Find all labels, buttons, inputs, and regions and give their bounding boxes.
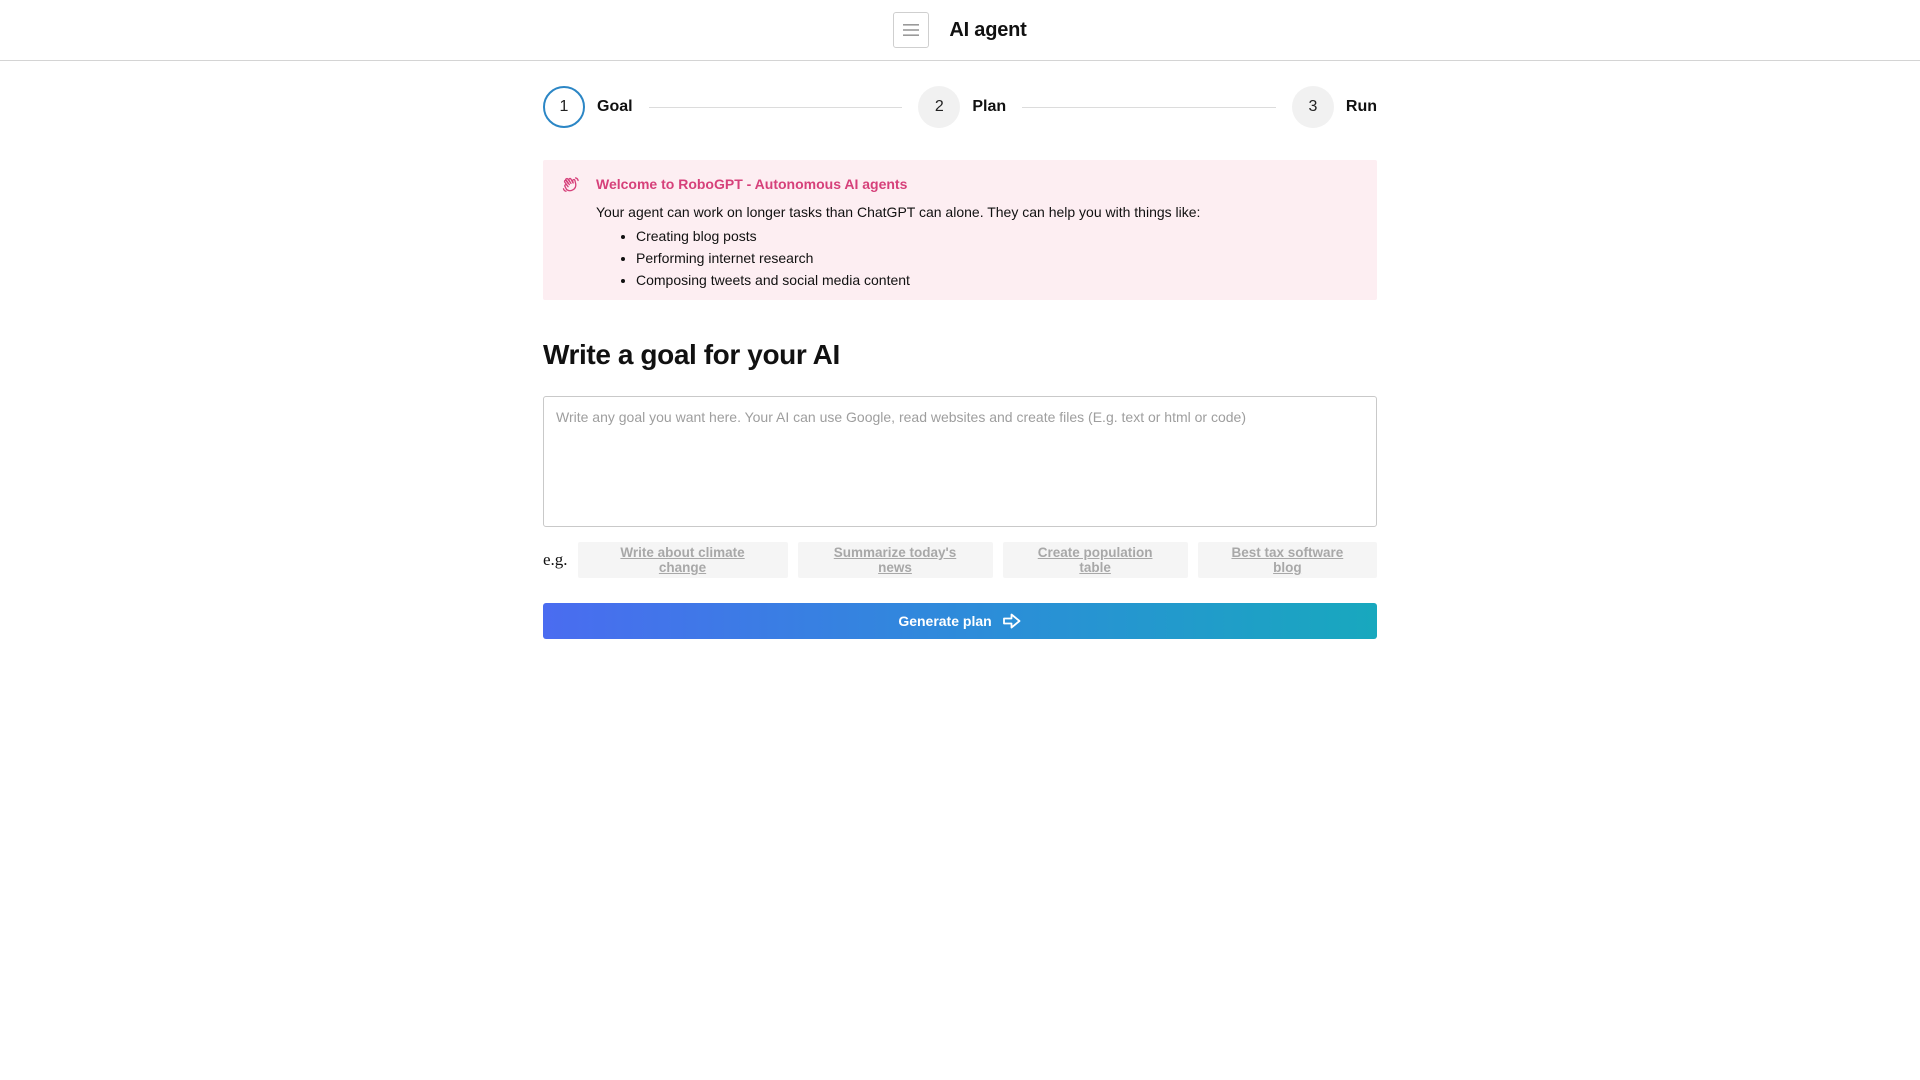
stepper: 1 Goal 2 Plan 3 Run	[543, 86, 1377, 128]
welcome-notice: Welcome to RoboGPT - Autonomous AI agent…	[543, 160, 1377, 300]
generate-plan-label: Generate plan	[898, 613, 992, 629]
notice-body: Your agent can work on longer tasks than…	[596, 204, 1200, 291]
step-number: 3	[1291, 86, 1334, 128]
notice-intro: Your agent can work on longer tasks than…	[596, 204, 1201, 220]
hamburger-menu-icon	[903, 24, 920, 36]
generate-plan-button[interactable]: Generate plan	[543, 603, 1377, 639]
example-chip-todays-news[interactable]: Summarize today's news	[797, 542, 993, 578]
step-plan[interactable]: 2 Plan	[918, 86, 1006, 128]
top-bar: AI agent	[0, 0, 1920, 61]
app-title: AI agent	[949, 18, 1027, 41]
step-label: Plan	[972, 98, 1007, 115]
step-label: Goal	[597, 98, 633, 115]
list-item: Performing internet research	[636, 247, 1200, 269]
example-chip-population-table[interactable]: Create population table	[1002, 542, 1188, 578]
step-goal[interactable]: 1 Goal	[543, 86, 633, 128]
step-connector	[1022, 106, 1276, 108]
step-connector	[648, 106, 903, 108]
notice-title: Welcome to RoboGPT - Autonomous AI agent…	[596, 176, 908, 192]
step-run[interactable]: 3 Run	[1291, 86, 1377, 128]
goal-input[interactable]	[543, 396, 1377, 527]
waving-hand-icon	[562, 177, 579, 192]
example-chip-tax-software-blog[interactable]: Best tax software blog	[1197, 542, 1377, 578]
step-number: 2	[918, 86, 961, 128]
step-number: 1	[543, 86, 585, 128]
list-item: Composing tweets and social media conten…	[636, 269, 1200, 291]
list-item: Creating blog posts	[636, 225, 1200, 247]
step-label: Run	[1345, 98, 1377, 115]
notice-list: Creating blog posts Performing internet …	[596, 225, 1200, 291]
example-goals: e.g. Write about climate change Summariz…	[543, 542, 1377, 578]
examples-prefix: e.g.	[543, 550, 568, 569]
arrow-right-icon	[1002, 612, 1022, 630]
menu-button[interactable]	[893, 12, 930, 48]
example-chip-climate-change[interactable]: Write about climate change	[577, 542, 788, 578]
page-title: Write a goal for your AI	[543, 339, 840, 370]
